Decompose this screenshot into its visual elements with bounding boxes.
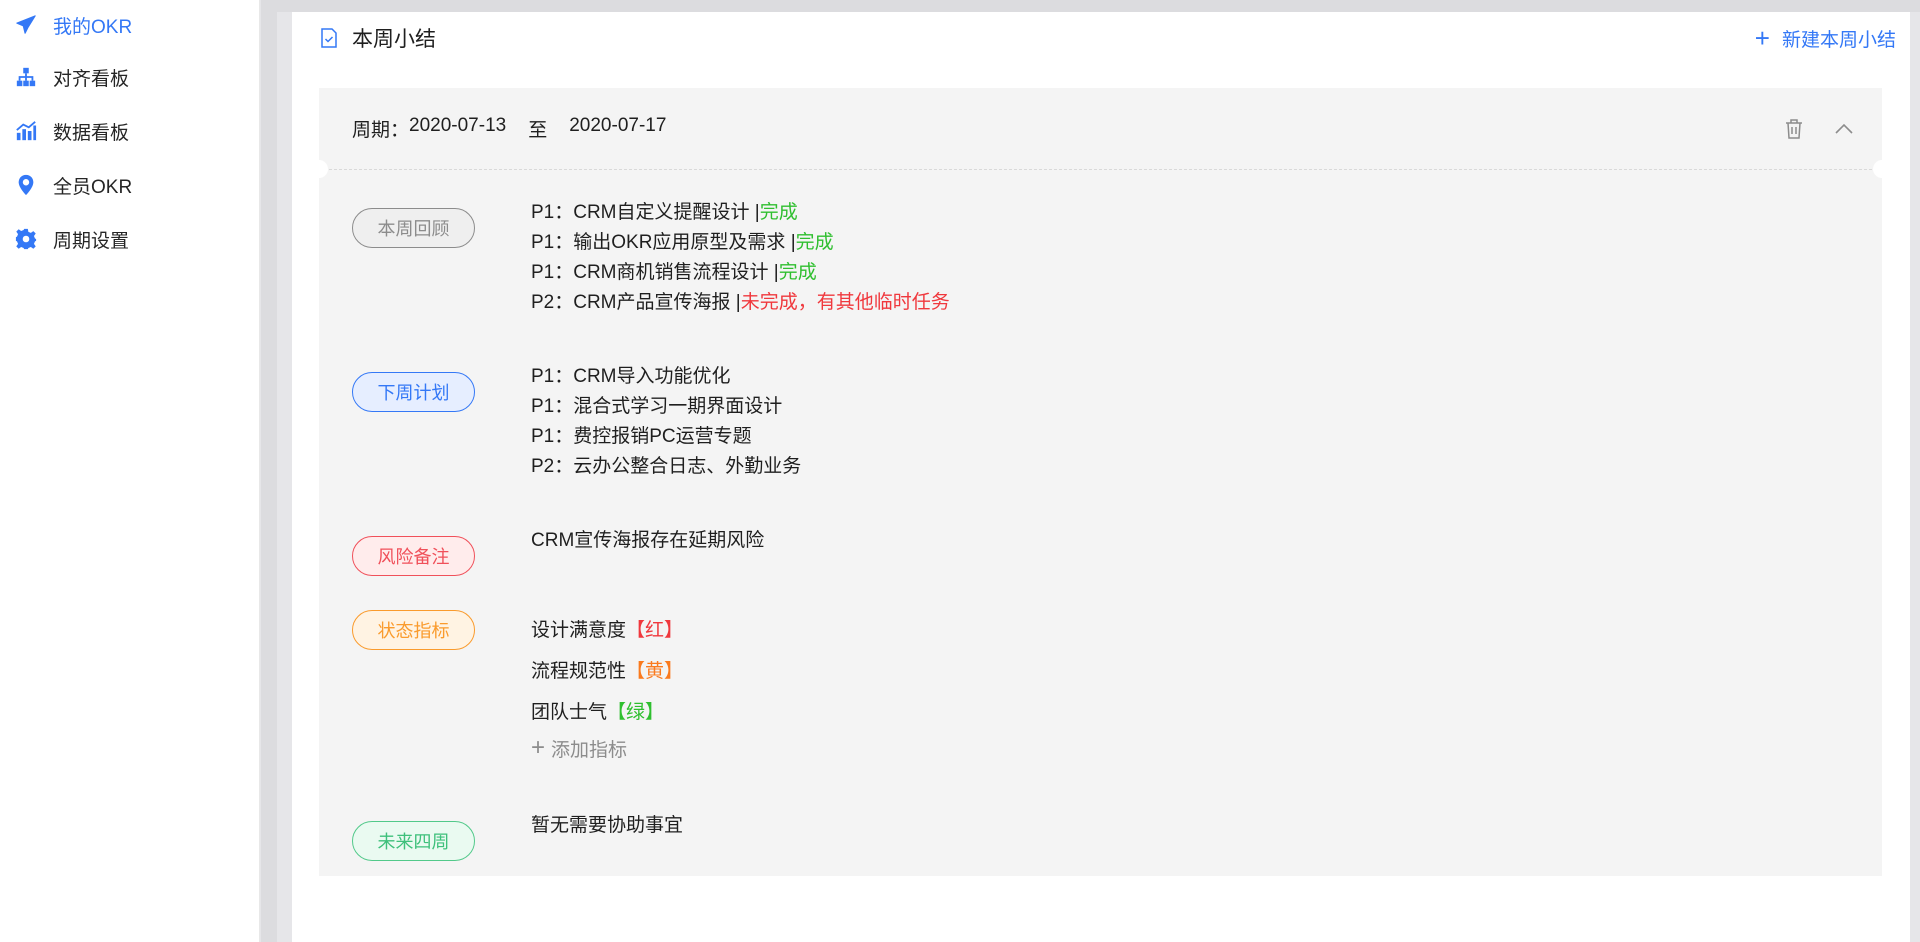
sidebar-item-label: 我的OKR bbox=[53, 16, 133, 38]
risk-note: CRM宣传海报存在延期风险 bbox=[531, 526, 764, 556]
plus-icon: + bbox=[531, 734, 546, 761]
review-tag: 本周回顾 bbox=[352, 208, 475, 248]
future-note: 暂无需要协助事宜 bbox=[531, 811, 683, 841]
indicators-tag: 状态指标 bbox=[352, 610, 475, 650]
page-title: 本周小结 bbox=[320, 23, 436, 53]
new-weekly-summary-label: 新建本周小结 bbox=[1781, 29, 1896, 51]
panel-header: 本周小结 + 新建本周小结 bbox=[292, 12, 1910, 64]
period-label: 周期： bbox=[352, 120, 410, 141]
plan-list: P1：CRM导入功能优化 P1：混合式学习一期界面设计 P1：费控报销PC运营专… bbox=[531, 362, 801, 482]
indicators-list: 设计满意度【红】 流程规范性【黄】 团队士气【绿】 + 添加指标 bbox=[531, 610, 683, 763]
top-divider bbox=[277, 0, 1920, 12]
sidebar-item-label: 全员OKR bbox=[53, 176, 133, 198]
indicator-item: 设计满意度【红】 bbox=[531, 620, 684, 641]
future-text: 暂无需要协助事宜 bbox=[531, 815, 684, 836]
plan-tag: 下周计划 bbox=[352, 372, 475, 412]
list-item: P1：混合式学习一期界面设计 bbox=[531, 396, 783, 417]
document-check-icon bbox=[320, 28, 338, 48]
sidebar-item-all-okr[interactable]: 全员OKR bbox=[0, 158, 259, 212]
weekly-summary-panel: 本周小结 + 新建本周小结 周期： 2020-07-13 至 2020-07-1… bbox=[292, 12, 1910, 942]
indicator-item: 团队士气【绿】 bbox=[531, 702, 665, 723]
sidebar-item-alignment-board[interactable]: 对齐看板 bbox=[0, 50, 259, 104]
add-indicator-button[interactable]: + 添加指标 bbox=[531, 733, 683, 763]
indicator-item: 流程规范性【黄】 bbox=[531, 661, 684, 682]
summary-card-header: 周期： 2020-07-13 至 2020-07-17 bbox=[310, 88, 1891, 178]
sidebar-item-my-okr[interactable]: 我的OKR bbox=[0, 0, 259, 50]
review-list: P1：CRM自定义提醒设计 |完成 P1：输出OKR应用原型及需求 |完成 P1… bbox=[531, 198, 950, 318]
bar-chart-icon bbox=[14, 119, 38, 143]
location-pin-icon bbox=[14, 173, 38, 197]
status-undone: 未完成，有其他临时任务 bbox=[740, 292, 950, 313]
period-range: 周期： 2020-07-13 至 2020-07-17 bbox=[352, 115, 666, 142]
sidebar: 我的OKR 对齐看板 数据看板 全员OKR 周期设置 bbox=[0, 0, 260, 942]
list-item: P1：CRM商机销售流程设计 |完成 bbox=[531, 262, 817, 283]
risk-tag: 风险备注 bbox=[352, 536, 475, 576]
page-title-text: 本周小结 bbox=[352, 28, 436, 51]
period-start-date: 2020-07-13 bbox=[409, 115, 507, 136]
sidebar-item-period-settings[interactable]: 周期设置 bbox=[0, 212, 259, 266]
chevron-up-icon[interactable] bbox=[1834, 123, 1854, 135]
status-done: 完成 bbox=[759, 202, 798, 223]
indicator-level: 【红】 bbox=[626, 620, 684, 641]
sidebar-item-label: 数据看板 bbox=[53, 122, 130, 144]
list-item: P2：CRM产品宣传海报 |未完成，有其他临时任务 bbox=[531, 292, 950, 313]
gear-icon bbox=[14, 227, 38, 251]
list-item: P1：CRM导入功能优化 bbox=[531, 366, 731, 387]
trash-icon[interactable] bbox=[1784, 118, 1804, 140]
card-tools bbox=[1784, 118, 1854, 140]
period-end-date: 2020-07-17 bbox=[569, 115, 667, 136]
indicator-level: 【绿】 bbox=[607, 702, 665, 723]
period-separator: 至 bbox=[528, 120, 548, 141]
sidebar-item-label: 周期设置 bbox=[53, 230, 130, 252]
status-done: 完成 bbox=[778, 262, 817, 283]
paper-plane-icon bbox=[14, 13, 38, 37]
list-item: P2：云办公整合日志、外勤业务 bbox=[531, 456, 802, 477]
future-tag: 未来四周 bbox=[352, 821, 475, 861]
org-tree-icon bbox=[14, 65, 38, 89]
summary-card: 周期： 2020-07-13 至 2020-07-17 本周回顾 P1：CRM自… bbox=[310, 88, 1891, 876]
list-item: P1：费控报销PC运营专题 bbox=[531, 426, 752, 447]
new-weekly-summary-button[interactable]: + 新建本周小结 bbox=[1755, 25, 1896, 52]
indicator-level: 【黄】 bbox=[626, 661, 684, 682]
sidebar-item-data-board[interactable]: 数据看板 bbox=[0, 104, 259, 158]
list-item: P1：输出OKR应用原型及需求 |完成 bbox=[531, 232, 834, 253]
risk-text: CRM宣传海报存在延期风险 bbox=[531, 530, 765, 551]
plus-icon: + bbox=[1754, 23, 1770, 53]
sidebar-item-label: 对齐看板 bbox=[53, 68, 130, 90]
sidebar-divider bbox=[261, 0, 277, 942]
list-item: P1：CRM自定义提醒设计 |完成 bbox=[531, 202, 798, 223]
add-indicator-label: 添加指标 bbox=[551, 739, 628, 761]
status-done: 完成 bbox=[795, 232, 834, 253]
